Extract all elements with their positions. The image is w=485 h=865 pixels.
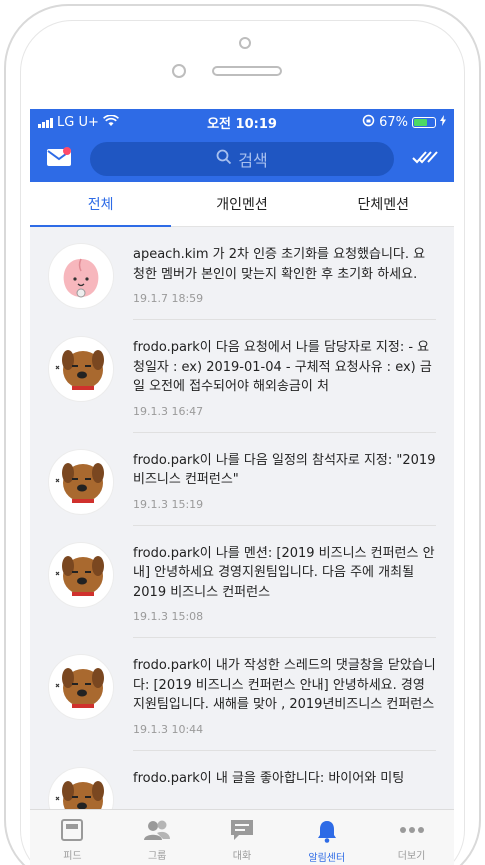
notification-item[interactable]: frodo.park이 나를 멘션: [2019 비즈니스 컨퍼런스 안내] 안… (30, 526, 454, 638)
bottom-navigation: 피드 그룹 대화 알림센터 더보기 (30, 809, 454, 865)
wifi-icon (102, 114, 119, 131)
signal-icon (38, 117, 53, 128)
notification-message: frodo.park이 나를 다음 일정의 참석자로 지정: "2019 비즈니… (133, 452, 436, 488)
notification-item[interactable]: frodo.park이 나를 다음 일정의 참석자로 지정: "2019 비즈니… (30, 433, 454, 526)
search-placeholder: 검색 (238, 151, 268, 170)
earpiece-speaker (212, 66, 282, 76)
search-icon (216, 149, 232, 169)
nav-feed[interactable]: 피드 (30, 810, 115, 865)
notification-message: frodo.park이 나를 멘션: [2019 비즈니스 컨퍼런스 안내] 안… (133, 545, 435, 600)
nav-chat-label: 대화 (232, 851, 252, 862)
double-check-icon (412, 149, 438, 169)
nav-feed-label: 피드 (63, 851, 82, 862)
notification-message: apeach.kim 가 2차 인증 초기화를 요청했습니다. 요청한 멤버가 … (133, 247, 426, 282)
notification-item[interactable]: apeach.kim 가 2차 인증 초기화를 요청했습니다. 요청한 멤버가 … (30, 227, 454, 320)
frodo-avatar (48, 541, 114, 608)
battery-icon (412, 117, 436, 128)
proximity-sensor (172, 64, 186, 78)
notification-time: 19.1.3 15:19 (133, 497, 204, 511)
nav-more-label: 더보기 (397, 851, 426, 862)
notification-message: frodo.park이 내 글을 좋아합니다: 바이어와 미팅 (133, 770, 405, 786)
more-icon (398, 819, 426, 844)
mail-button[interactable] (42, 144, 76, 174)
notification-item[interactable]: frodo.park이 다음 요청에서 나를 담당자로 지정: - 요청일자 :… (30, 320, 454, 433)
frodo-avatar (48, 336, 114, 402)
notification-time: 19.1.3 16:47 (133, 404, 204, 418)
frodo-avatar (48, 654, 114, 720)
unread-badge (63, 147, 71, 155)
battery-fill (414, 119, 428, 126)
group-icon (143, 819, 171, 844)
nav-more[interactable]: 더보기 (369, 810, 454, 865)
apeach-avatar (48, 243, 114, 309)
tab-group-mention[interactable]: 단체멘션 (313, 182, 454, 226)
app-screen: LG U+ 오전 10:19 67% 검색 전체 개인멘션 단체멘션 apeac… (30, 109, 454, 865)
notification-time: 19.1.3 15:08 (133, 610, 204, 623)
bell-icon (316, 819, 338, 846)
notification-time: 19.1.7 18:59 (133, 292, 204, 305)
battery-percent: 67% (379, 115, 408, 130)
notification-item[interactable]: frodo.park이 내가 작성한 스레드의 댓글창을 닫았습니다: [201… (30, 638, 454, 751)
mark-all-read-button[interactable] (408, 144, 442, 174)
status-bar: LG U+ 오전 10:19 67% (30, 109, 454, 136)
front-camera (239, 37, 251, 49)
rotation-lock-icon (362, 114, 375, 131)
charging-icon (440, 115, 446, 130)
app-header: 검색 (30, 136, 454, 182)
nav-group-label: 그룹 (147, 851, 167, 862)
notification-message: frodo.park이 내가 작성한 스레드의 댓글창을 닫았습니다: [201… (133, 658, 436, 712)
chat-icon (230, 819, 254, 844)
feed-icon (61, 819, 84, 844)
tab-all[interactable]: 전체 (30, 182, 171, 226)
nav-notification-center[interactable]: 알림센터 (284, 810, 369, 865)
nav-chat[interactable]: 대화 (200, 810, 285, 865)
notification-time: 19.1.3 10:44 (133, 722, 204, 736)
search-bar[interactable]: 검색 (90, 142, 394, 176)
mention-tabs: 전체 개인멘션 단체멘션 (30, 182, 454, 227)
nav-group[interactable]: 그룹 (115, 810, 200, 865)
notification-list: apeach.kim 가 2차 인증 초기화를 요청했습니다. 요청한 멤버가 … (30, 227, 454, 833)
notification-message: frodo.park이 다음 요청에서 나를 담당자로 지정: - 요청일자 :… (133, 340, 432, 394)
carrier-label: LG U+ (57, 115, 99, 130)
frodo-avatar (48, 448, 114, 515)
nav-notification-center-label: 알림센터 (308, 853, 346, 864)
tab-personal-mention[interactable]: 개인멘션 (171, 182, 312, 226)
